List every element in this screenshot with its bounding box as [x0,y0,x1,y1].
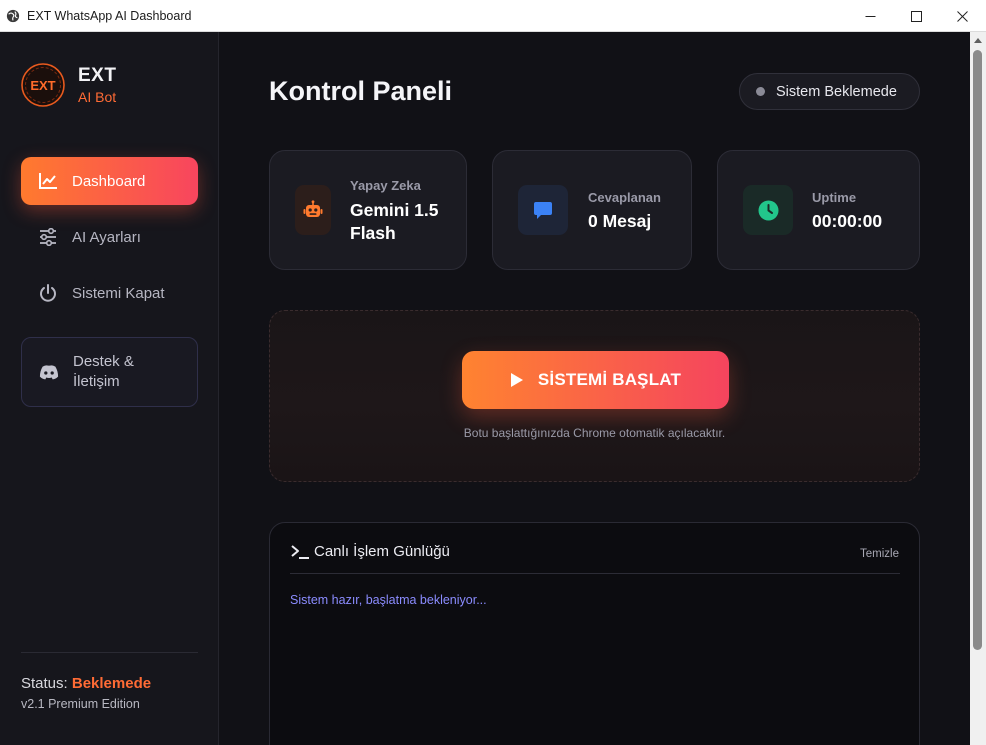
stat-value: 00:00:00 [812,211,883,231]
globe-icon [6,9,20,22]
stat-label: Cevaplanan [588,190,661,205]
window-titlebar: EXT WhatsApp AI Dashboard [0,0,986,32]
vertical-scrollbar[interactable] [970,32,986,745]
play-icon [510,373,523,387]
message-icon [518,185,568,235]
stat-value-line2: Flash [350,223,396,243]
brand-name: EXT [78,65,117,86]
sidebar-item-dashboard[interactable]: Dashboard [21,157,198,205]
sidebar-item-label: AI Ayarları [72,228,141,246]
stat-label: Yapay Zeka [350,178,421,193]
clock-icon [743,185,793,235]
log-clear-button[interactable]: Temizle [860,548,899,560]
power-icon [38,283,58,303]
maximize-button[interactable] [893,0,939,32]
start-panel: SİSTEMİ BAŞLAT Botu başlattığınızda Chro… [269,310,920,482]
start-hint: Botu başlattığınızda Chrome otomatik açı… [463,426,726,440]
status-badge: Sistem Beklemede [739,73,920,110]
start-system-button[interactable]: SİSTEMİ BAŞLAT [462,351,729,409]
logo-text: EXT [30,78,55,93]
scroll-up-arrow-icon[interactable] [974,38,982,43]
discord-icon [39,362,59,382]
stat-card-uptime: Uptime 00:00:00 [717,150,920,270]
status-value: Beklemede [71,675,152,692]
close-button[interactable] [939,0,985,32]
scrollbar-thumb[interactable] [973,50,982,650]
maximize-icon [910,10,922,22]
sidebar: EXT EXT AI Bot Dashboard AI Ayarları Sis… [0,32,219,745]
sidebar-item-label: Destek & İletişim [73,352,134,392]
close-icon [956,10,968,22]
stat-card-answered: Cevaplanan 0 Mesaj [492,150,692,270]
log-line: Sistem hazır, başlatma bekleniyor... [290,593,487,607]
minimize-button[interactable] [847,0,893,32]
robot-icon [295,185,331,235]
sidebar-item-label: Sistemi Kapat [72,284,165,302]
log-panel: Canlı İşlem Günlüğü Temizle Sistem hazır… [269,522,920,745]
version-text: v2.1 Premium Edition [21,697,140,711]
support-label-line2: İletişim [73,373,120,390]
terminal-icon [291,544,309,559]
stat-value: 0 Mesaj [588,211,652,231]
brand-subtitle: AI Bot [78,89,117,105]
brand-logo: EXT [20,62,66,108]
log-title: Canlı İşlem Günlüğü [314,543,450,560]
log-header: Canlı İşlem Günlüğü [290,543,450,560]
sliders-icon [38,227,58,247]
sidebar-item-shutdown[interactable]: Sistemi Kapat [21,269,198,317]
minimize-icon [865,15,875,17]
sidebar-item-label: Dashboard [72,172,146,190]
stat-card-ai-model: Yapay Zeka Gemini 1.5 Flash [269,150,467,270]
status-badge-text: Sistem Beklemede [776,83,897,100]
sidebar-item-ai-settings[interactable]: AI Ayarları [21,213,198,261]
page-title: Kontrol Paneli [269,76,453,106]
sidebar-status: Status: Beklemede [21,675,151,692]
support-label-line1: Destek & [73,353,134,370]
status-dot-icon [756,87,765,96]
start-button-label: SİSTEMİ BAŞLAT [537,370,682,389]
chart-line-icon [38,171,58,191]
sidebar-divider [21,652,198,653]
app-window: EXT EXT AI Bot Dashboard AI Ayarları Sis… [0,32,970,745]
stat-value-line1: Gemini 1.5 [350,200,439,220]
sidebar-item-support[interactable]: Destek & İletişim [21,337,198,407]
stat-value: Gemini 1.5 Flash [350,199,439,245]
log-divider [290,573,900,574]
status-label: Status: [21,675,68,692]
stat-label: Uptime [812,190,857,205]
window-title: EXT WhatsApp AI Dashboard [27,8,192,23]
